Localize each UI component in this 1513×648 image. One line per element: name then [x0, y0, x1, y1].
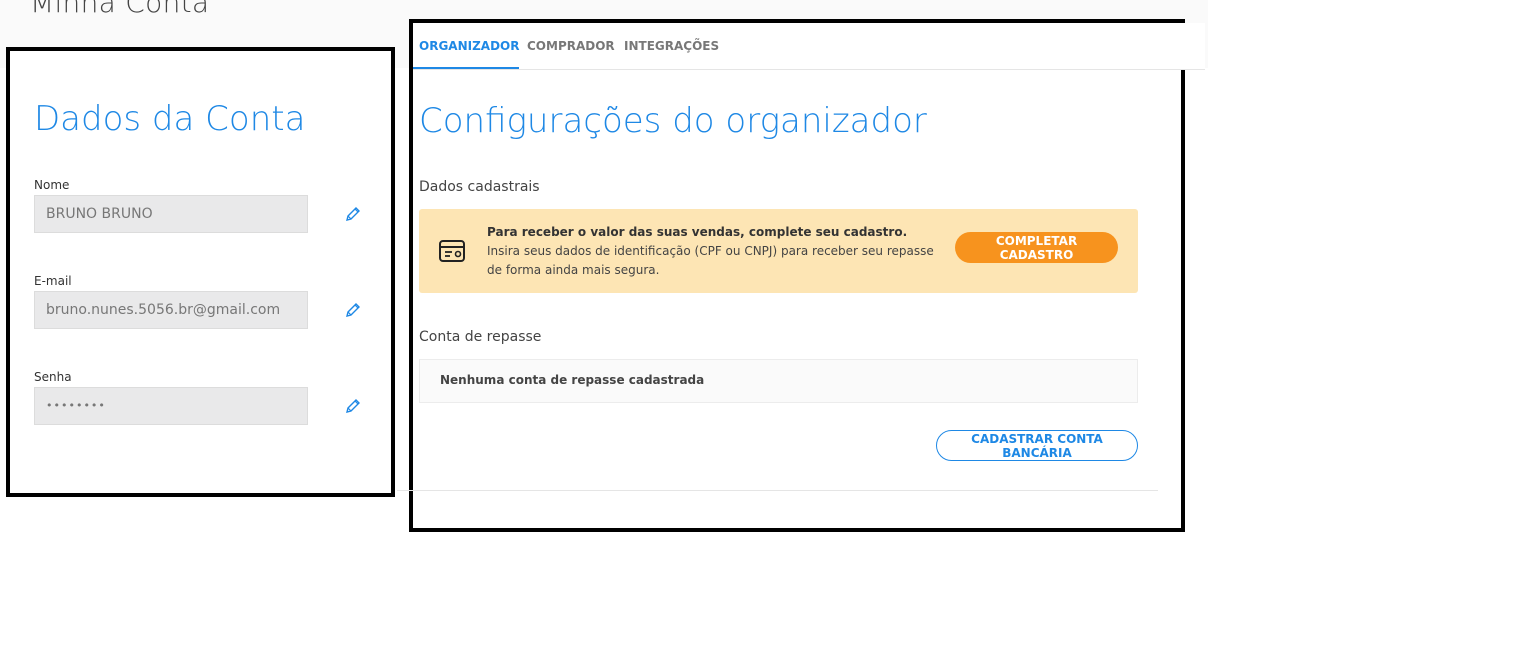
email-label: E-mail: [34, 274, 72, 288]
name-label: Nome: [34, 178, 70, 192]
edit-name-pencil-icon[interactable]: [344, 205, 362, 223]
registration-section-label: Dados cadastrais: [419, 179, 540, 195]
password-label: Senha: [34, 370, 72, 384]
edit-password-pencil-icon[interactable]: [344, 397, 362, 415]
edit-email-pencil-icon[interactable]: [344, 301, 362, 319]
alert-text: Insira seus dados de identificação (CPF …: [487, 244, 934, 277]
tab-organizador[interactable]: ORGANIZADOR: [413, 23, 519, 69]
complete-registration-alert: Para receber o valor das suas vendas, co…: [419, 209, 1138, 293]
organizer-card: ORGANIZADOR COMPRADOR INTEGRAÇÕES Config…: [397, 19, 1205, 532]
register-bank-account-button[interactable]: CADASTRAR CONTA BANCÁRIA: [936, 430, 1138, 461]
payout-section-label: Conta de repasse: [419, 329, 542, 345]
no-payout-account-text: Nenhuma conta de repasse cadastrada: [440, 373, 705, 387]
no-payout-account-box: Nenhuma conta de repasse cadastrada: [419, 359, 1138, 403]
account-card: Dados da Conta Nome BRUNO BRUNO E-mail b…: [6, 47, 395, 497]
alert-title: Para receber o valor das suas vendas, co…: [487, 225, 908, 239]
email-field: bruno.nunes.5056.br@gmail.com: [34, 291, 308, 329]
organizer-title: Configurações do organizador: [419, 101, 927, 141]
account-card-title: Dados da Conta: [34, 99, 306, 139]
name-field: BRUNO BRUNO: [34, 195, 308, 233]
divider: [397, 490, 1158, 491]
complete-registration-button[interactable]: COMPLETAR CADASTRO: [955, 232, 1118, 263]
page-title: Minha Conta: [30, 0, 210, 19]
tab-integracoes[interactable]: INTEGRAÇÕES: [624, 23, 719, 68]
tab-bar: ORGANIZADOR COMPRADOR INTEGRAÇÕES: [413, 23, 1205, 70]
id-card-icon: [439, 240, 465, 262]
password-field: ••••••••: [34, 387, 308, 425]
tab-comprador[interactable]: COMPRADOR: [527, 23, 615, 68]
